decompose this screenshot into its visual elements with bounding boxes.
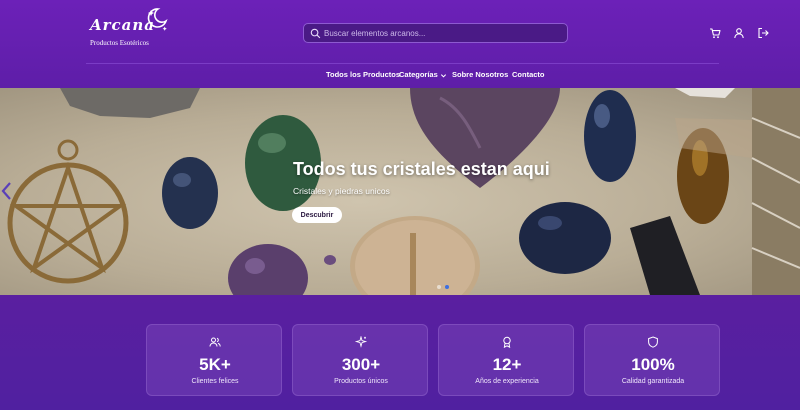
logout-icon[interactable] [757, 27, 769, 39]
search-bar[interactable] [303, 23, 568, 43]
user-icon[interactable] [733, 27, 745, 39]
users-icon [209, 337, 221, 347]
main-nav: Todos los Productos Categorías Sobre Nos… [0, 70, 800, 84]
hero-title: Todos tus cristales estan aqui [293, 159, 550, 179]
stat-label: Calidad garantizada [621, 378, 685, 385]
sparkles-icon [355, 336, 367, 348]
stat-label: Años de experiencia [475, 378, 539, 385]
header-divider [86, 63, 719, 64]
hero-subtitle: Cristales y piedras unicos [293, 186, 390, 196]
stat-label: Productos únicos [334, 378, 388, 385]
stat-label: Clientes felices [191, 378, 239, 385]
stat-card: 100% Calidad garantizada [584, 324, 720, 396]
nav-about[interactable]: Sobre Nosotros [452, 70, 508, 79]
stat-value: 5K+ [199, 355, 231, 374]
crystals-photo [7, 88, 800, 295]
search-icon [310, 28, 321, 39]
site-header: Arcana Productos Esotéricos Todos los Pr… [0, 0, 800, 88]
discover-button[interactable]: Descubrir [292, 207, 342, 223]
carousel-dot[interactable] [437, 285, 441, 289]
stat-value: 12+ [492, 355, 522, 374]
stat-card: 300+ Productos únicos [292, 324, 428, 396]
stat-value: 300+ [341, 355, 381, 374]
stats-section: 5K+ Clientes felices 300+ Productos únic… [0, 295, 800, 410]
nav-categories-label: Categorías [399, 70, 438, 79]
nav-all-products[interactable]: Todos los Productos [326, 70, 400, 79]
carousel-dot-active[interactable] [445, 285, 449, 289]
brand-logo[interactable]: Arcana Productos Esotéricos [86, 6, 168, 50]
shield-icon [648, 336, 658, 348]
nav-contact[interactable]: Contacto [512, 70, 545, 79]
chevron-down-icon [440, 73, 446, 78]
stat-card: 5K+ Clientes felices [146, 324, 282, 396]
chevron-left-icon[interactable] [0, 180, 14, 202]
cart-icon[interactable] [709, 27, 721, 39]
hero-banner: Todos tus cristales estan aqui Cristales… [0, 88, 800, 295]
nav-categories[interactable]: Categorías [399, 70, 447, 79]
crescent-moon-icon [147, 8, 168, 31]
stat-card: 12+ Años de experiencia [438, 324, 574, 396]
brand-tagline: Productos Esotéricos [90, 39, 149, 47]
award-icon [503, 336, 511, 348]
stat-value: 100% [631, 355, 675, 374]
search-input[interactable] [324, 24, 564, 42]
